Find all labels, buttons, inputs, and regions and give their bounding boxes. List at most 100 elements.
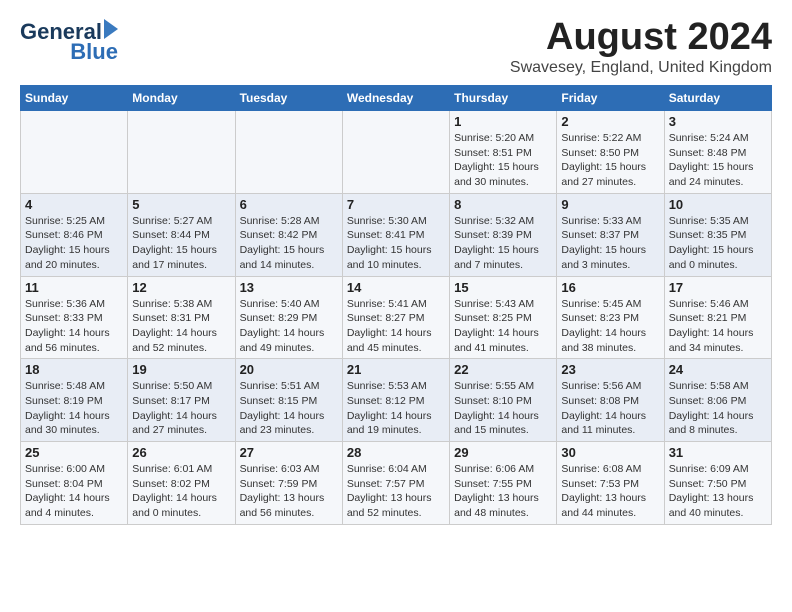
day-info: Sunrise: 5:20 AMSunset: 8:51 PMDaylight:… bbox=[454, 131, 552, 190]
day-number: 6 bbox=[240, 197, 338, 212]
title-section: August 2024 Swavesey, England, United Ki… bbox=[510, 16, 772, 77]
day-number: 12 bbox=[132, 280, 230, 295]
day-number: 15 bbox=[454, 280, 552, 295]
day-number: 30 bbox=[561, 445, 659, 460]
day-number: 20 bbox=[240, 362, 338, 377]
calendar-week-row: 4Sunrise: 5:25 AMSunset: 8:46 PMDaylight… bbox=[21, 193, 772, 276]
day-number: 29 bbox=[454, 445, 552, 460]
day-number: 27 bbox=[240, 445, 338, 460]
day-info: Sunrise: 5:40 AMSunset: 8:29 PMDaylight:… bbox=[240, 297, 338, 356]
calendar-cell: 13Sunrise: 5:40 AMSunset: 8:29 PMDayligh… bbox=[235, 276, 342, 359]
calendar-week-row: 25 Sunrise: 6:00 AMSunset: 8:04 PMDayligh… bbox=[21, 442, 772, 525]
calendar-cell: 1 Sunrise: 5:20 AMSunset: 8:51 PMDaylight… bbox=[450, 111, 557, 194]
day-info: Sunrise: 6:00 AMSunset: 8:04 PMDaylight:… bbox=[25, 462, 123, 521]
day-info: Sunrise: 5:58 AMSunset: 8:06 PMDaylight:… bbox=[669, 379, 767, 438]
day-info: Sunrise: 5:30 AMSunset: 8:41 PMDaylight:… bbox=[347, 214, 445, 273]
day-number: 9 bbox=[561, 197, 659, 212]
calendar-cell: 6Sunrise: 5:28 AMSunset: 8:42 PMDaylight… bbox=[235, 193, 342, 276]
calendar-cell: 8 Sunrise: 5:32 AMSunset: 8:39 PMDaylight… bbox=[450, 193, 557, 276]
calendar-cell: 25 Sunrise: 6:00 AMSunset: 8:04 PMDayligh… bbox=[21, 442, 128, 525]
day-info: Sunrise: 6:01 AMSunset: 8:02 PMDaylight:… bbox=[132, 462, 230, 521]
day-info: Sunrise: 6:03 AMSunset: 7:59 PMDaylight:… bbox=[240, 462, 338, 521]
calendar-cell: 30 Sunrise: 6:08 AMSunset: 7:53 PMDayligh… bbox=[557, 442, 664, 525]
logo-text-blue: Blue bbox=[70, 40, 118, 64]
day-info: Sunrise: 5:43 AMSunset: 8:25 PMDaylight:… bbox=[454, 297, 552, 356]
calendar-cell: 20 Sunrise: 5:51 AMSunset: 8:15 PMDayligh… bbox=[235, 359, 342, 442]
day-number: 31 bbox=[669, 445, 767, 460]
day-number: 2 bbox=[561, 114, 659, 129]
calendar-week-row: 11Sunrise: 5:36 AMSunset: 8:33 PMDayligh… bbox=[21, 276, 772, 359]
day-info: Sunrise: 6:04 AMSunset: 7:57 PMDaylight:… bbox=[347, 462, 445, 521]
day-info: Sunrise: 5:22 AMSunset: 8:50 PMDaylight:… bbox=[561, 131, 659, 190]
calendar-week-row: 1 Sunrise: 5:20 AMSunset: 8:51 PMDaylight… bbox=[21, 111, 772, 194]
header-thursday: Thursday bbox=[450, 86, 557, 111]
day-number: 26 bbox=[132, 445, 230, 460]
calendar-cell: 10 Sunrise: 5:35 AMSunset: 8:35 PMDayligh… bbox=[664, 193, 771, 276]
day-info: Sunrise: 5:38 AMSunset: 8:31 PMDaylight:… bbox=[132, 297, 230, 356]
day-info: Sunrise: 6:06 AMSunset: 7:55 PMDaylight:… bbox=[454, 462, 552, 521]
calendar-cell: 14 Sunrise: 5:41 AMSunset: 8:27 PMDayligh… bbox=[342, 276, 449, 359]
day-info: Sunrise: 5:24 AMSunset: 8:48 PMDaylight:… bbox=[669, 131, 767, 190]
day-number: 10 bbox=[669, 197, 767, 212]
calendar-cell: 15 Sunrise: 5:43 AMSunset: 8:25 PMDayligh… bbox=[450, 276, 557, 359]
day-number: 23 bbox=[561, 362, 659, 377]
calendar-table: Sunday Monday Tuesday Wednesday Thursday… bbox=[20, 85, 772, 525]
header-wednesday: Wednesday bbox=[342, 86, 449, 111]
day-number: 8 bbox=[454, 197, 552, 212]
day-number: 24 bbox=[669, 362, 767, 377]
day-info: Sunrise: 5:33 AMSunset: 8:37 PMDaylight:… bbox=[561, 214, 659, 273]
day-info: Sunrise: 6:08 AMSunset: 7:53 PMDaylight:… bbox=[561, 462, 659, 521]
logo-arrow-icon bbox=[104, 19, 118, 39]
day-info: Sunrise: 5:46 AMSunset: 8:21 PMDaylight:… bbox=[669, 297, 767, 356]
calendar-cell: 22 Sunrise: 5:55 AMSunset: 8:10 PMDayligh… bbox=[450, 359, 557, 442]
day-number: 7 bbox=[347, 197, 445, 212]
calendar-cell: 9 Sunrise: 5:33 AMSunset: 8:37 PMDaylight… bbox=[557, 193, 664, 276]
page-header: General Blue August 2024 Swavesey, Engla… bbox=[20, 16, 772, 77]
day-info: Sunrise: 5:48 AMSunset: 8:19 PMDaylight:… bbox=[25, 379, 123, 438]
calendar-cell: 29 Sunrise: 6:06 AMSunset: 7:55 PMDayligh… bbox=[450, 442, 557, 525]
day-number: 3 bbox=[669, 114, 767, 129]
calendar-cell: 18 Sunrise: 5:48 AMSunset: 8:19 PMDayligh… bbox=[21, 359, 128, 442]
calendar-cell: 31 Sunrise: 6:09 AMSunset: 7:50 PMDayligh… bbox=[664, 442, 771, 525]
calendar-cell: 28 Sunrise: 6:04 AMSunset: 7:57 PMDayligh… bbox=[342, 442, 449, 525]
day-number: 25 bbox=[25, 445, 123, 460]
calendar-cell: 21 Sunrise: 5:53 AMSunset: 8:12 PMDayligh… bbox=[342, 359, 449, 442]
calendar-cell bbox=[21, 111, 128, 194]
calendar-cell: 16Sunrise: 5:45 AMSunset: 8:23 PMDayligh… bbox=[557, 276, 664, 359]
calendar-cell: 11Sunrise: 5:36 AMSunset: 8:33 PMDayligh… bbox=[21, 276, 128, 359]
page-title: August 2024 bbox=[510, 16, 772, 59]
page-subtitle: Swavesey, England, United Kingdom bbox=[510, 59, 772, 77]
calendar-cell: 5Sunrise: 5:27 AMSunset: 8:44 PMDaylight… bbox=[128, 193, 235, 276]
day-info: Sunrise: 5:41 AMSunset: 8:27 PMDaylight:… bbox=[347, 297, 445, 356]
header-saturday: Saturday bbox=[664, 86, 771, 111]
day-info: Sunrise: 5:35 AMSunset: 8:35 PMDaylight:… bbox=[669, 214, 767, 273]
calendar-cell: 4Sunrise: 5:25 AMSunset: 8:46 PMDaylight… bbox=[21, 193, 128, 276]
calendar-cell: 27 Sunrise: 6:03 AMSunset: 7:59 PMDayligh… bbox=[235, 442, 342, 525]
day-number: 22 bbox=[454, 362, 552, 377]
day-info: Sunrise: 5:45 AMSunset: 8:23 PMDaylight:… bbox=[561, 297, 659, 356]
day-number: 18 bbox=[25, 362, 123, 377]
calendar-cell: 26 Sunrise: 6:01 AMSunset: 8:02 PMDayligh… bbox=[128, 442, 235, 525]
calendar-week-row: 18 Sunrise: 5:48 AMSunset: 8:19 PMDayligh… bbox=[21, 359, 772, 442]
day-info: Sunrise: 5:51 AMSunset: 8:15 PMDaylight:… bbox=[240, 379, 338, 438]
day-number: 21 bbox=[347, 362, 445, 377]
calendar-cell: 17 Sunrise: 5:46 AMSunset: 8:21 PMDayligh… bbox=[664, 276, 771, 359]
day-number: 1 bbox=[454, 114, 552, 129]
calendar-cell bbox=[342, 111, 449, 194]
day-number: 28 bbox=[347, 445, 445, 460]
day-info: Sunrise: 5:55 AMSunset: 8:10 PMDaylight:… bbox=[454, 379, 552, 438]
header-friday: Friday bbox=[557, 86, 664, 111]
calendar-cell bbox=[128, 111, 235, 194]
calendar-cell: 24 Sunrise: 5:58 AMSunset: 8:06 PMDayligh… bbox=[664, 359, 771, 442]
header-sunday: Sunday bbox=[21, 86, 128, 111]
day-info: Sunrise: 5:32 AMSunset: 8:39 PMDaylight:… bbox=[454, 214, 552, 273]
day-info: Sunrise: 5:25 AMSunset: 8:46 PMDaylight:… bbox=[25, 214, 123, 273]
day-number: 14 bbox=[347, 280, 445, 295]
calendar-cell: 23Sunrise: 5:56 AMSunset: 8:08 PMDayligh… bbox=[557, 359, 664, 442]
day-info: Sunrise: 5:53 AMSunset: 8:12 PMDaylight:… bbox=[347, 379, 445, 438]
day-info: Sunrise: 6:09 AMSunset: 7:50 PMDaylight:… bbox=[669, 462, 767, 521]
day-number: 11 bbox=[25, 280, 123, 295]
day-number: 17 bbox=[669, 280, 767, 295]
day-number: 19 bbox=[132, 362, 230, 377]
day-info: Sunrise: 5:27 AMSunset: 8:44 PMDaylight:… bbox=[132, 214, 230, 273]
